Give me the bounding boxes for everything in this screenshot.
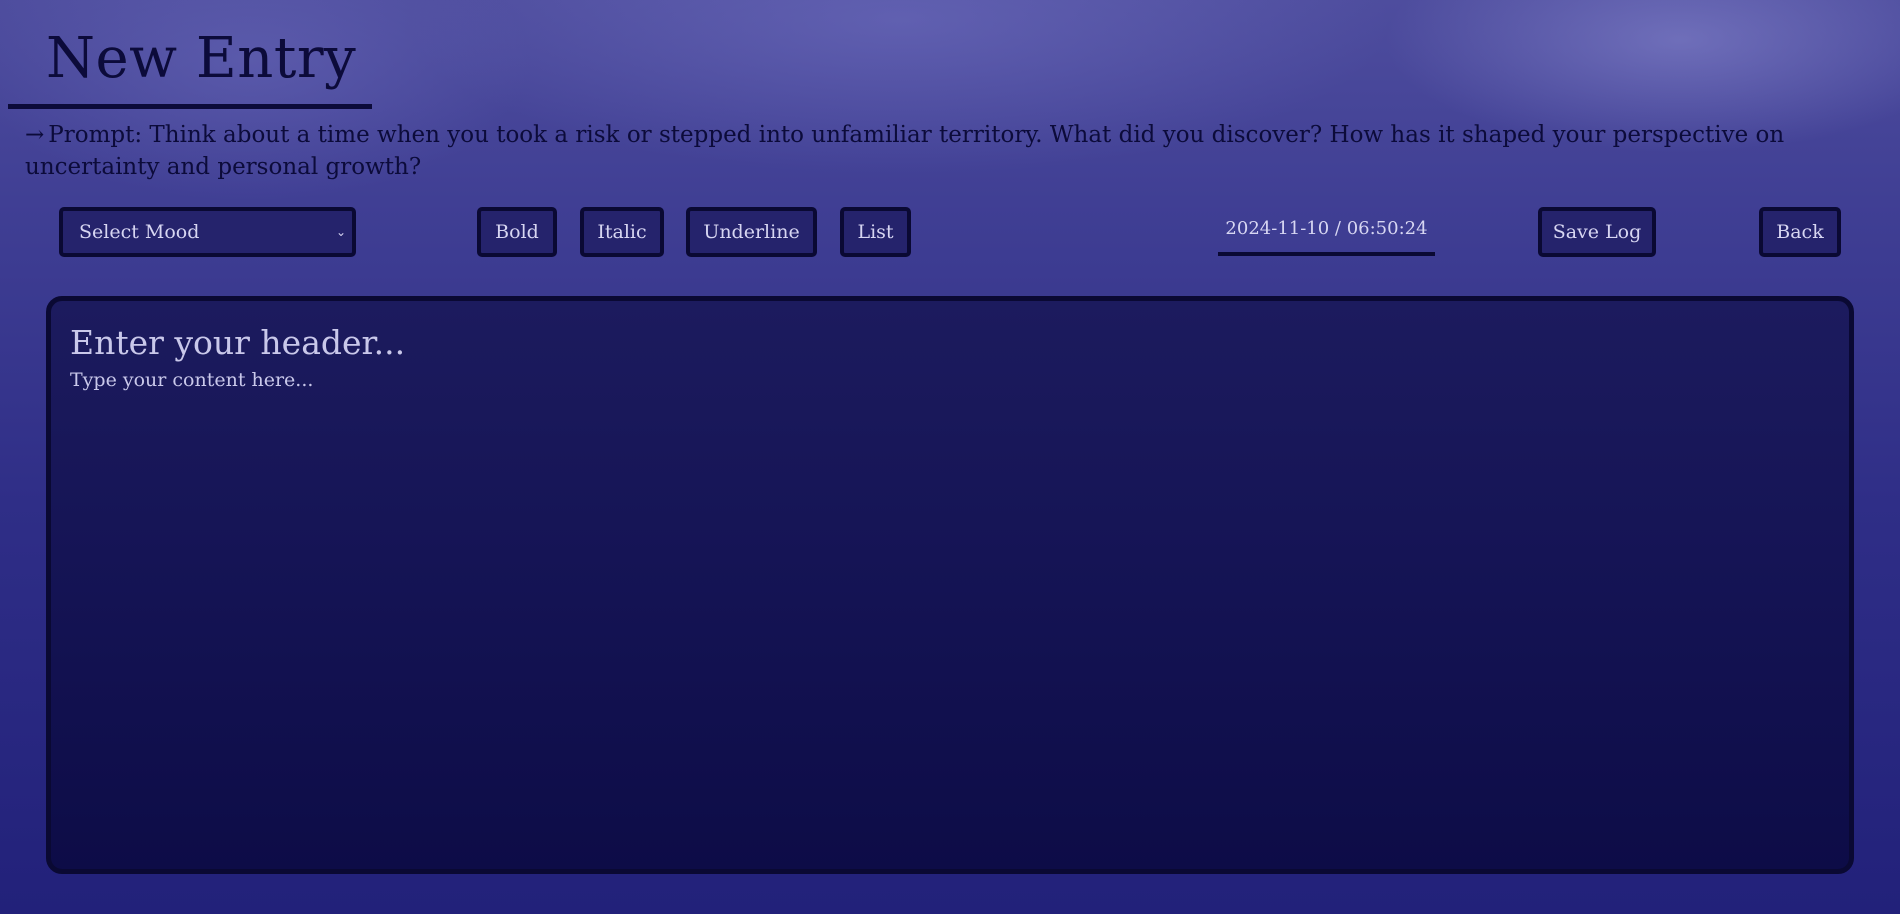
chevron-down-icon: ⌄ (335, 225, 346, 239)
entry-editor[interactable]: Enter your header... Type your content h… (46, 296, 1854, 874)
content-textarea[interactable]: Type your content here... (70, 367, 313, 393)
mood-select[interactable]: Select Mood ⌄ (59, 207, 356, 257)
prompt-text: Prompt: Think about a time when you took… (25, 122, 1785, 180)
italic-button[interactable]: Italic (580, 207, 664, 257)
writing-prompt: → Prompt: Think about a time when you too… (25, 119, 1885, 183)
list-button[interactable]: List (840, 207, 911, 257)
bold-button[interactable]: Bold (477, 207, 557, 257)
arrow-icon: → (25, 122, 45, 148)
header-input[interactable]: Enter your header... (70, 323, 405, 363)
title-underline (8, 104, 372, 109)
back-button[interactable]: Back (1759, 207, 1841, 257)
mood-select-value: Select Mood (79, 221, 200, 243)
entry-timestamp: 2024-11-10 / 06:50:24 (1218, 210, 1435, 256)
page-title: New Entry (46, 26, 357, 91)
underline-button[interactable]: Underline (686, 207, 817, 257)
save-log-button[interactable]: Save Log (1538, 207, 1656, 257)
